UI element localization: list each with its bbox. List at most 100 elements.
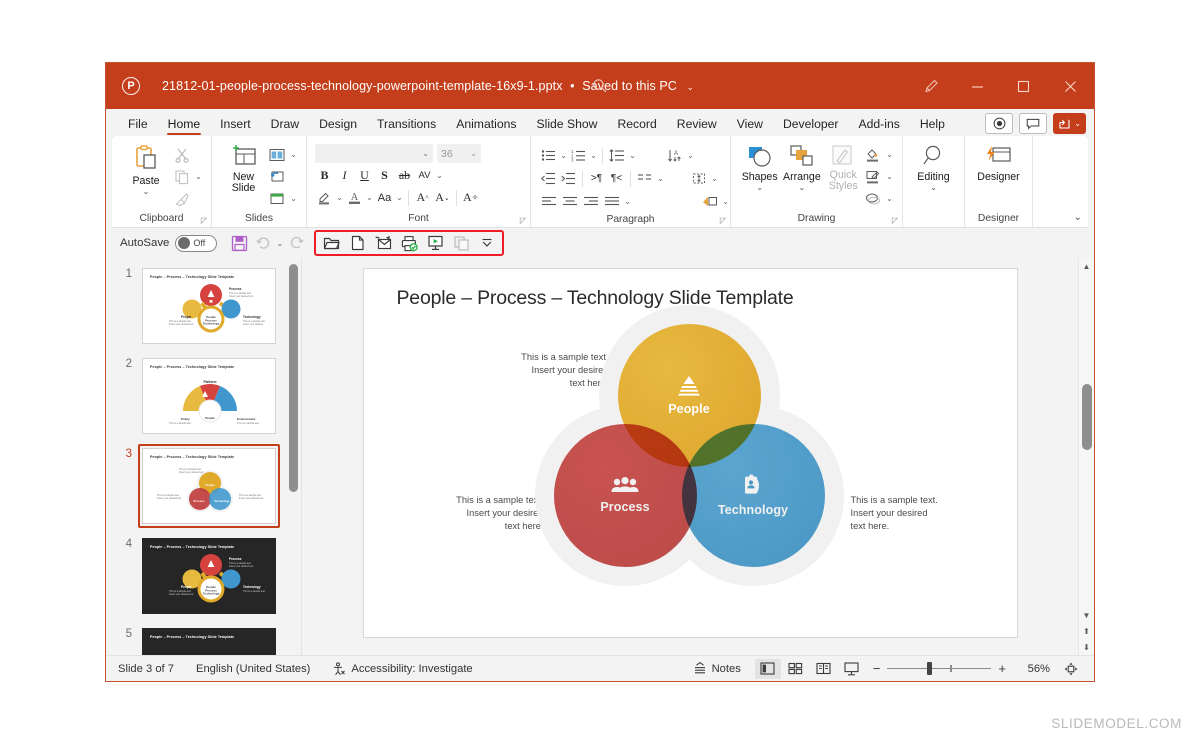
tab-slide-show[interactable]: Slide Show xyxy=(526,115,607,136)
cut-button[interactable] xyxy=(172,144,203,165)
thumbnail-item-2[interactable]: 2 People – Process – Technology Slide Te… xyxy=(106,348,301,438)
tab-view[interactable]: View xyxy=(727,115,773,136)
venn-diagram[interactable]: People xyxy=(554,324,824,599)
reset-button[interactable] xyxy=(267,166,298,187)
italic-button[interactable]: I xyxy=(335,166,354,185)
arrange-button[interactable]: Arrange ⌄ xyxy=(780,142,823,192)
text-direction-chevron-icon[interactable]: ⌄ xyxy=(686,151,695,160)
fit-slide-icon[interactable] xyxy=(1058,659,1084,679)
ribbon-collapse-chevron-icon[interactable]: ⌄ xyxy=(1074,212,1082,223)
shapes-button[interactable]: Shapes ⌄ xyxy=(739,142,780,192)
canvas-scrollbar-thumb[interactable] xyxy=(1082,384,1092,450)
editing-button[interactable]: Editing ⌄ xyxy=(911,142,956,192)
layout-button[interactable]: ⌄ xyxy=(267,144,298,165)
layout-chevron-icon[interactable]: ⌄ xyxy=(289,150,298,159)
paste-button[interactable]: Paste ⌄ xyxy=(120,142,172,196)
thumbnail-preview-3[interactable]: People – Process – Technology Slide Temp… xyxy=(142,448,276,524)
slide-count-label[interactable]: Slide 3 of 7 xyxy=(118,663,174,675)
thumbnail-item-5[interactable]: 5 People – Process – Technology Slide Te… xyxy=(106,618,301,655)
clipboard-dialog-launcher[interactable]: ◸ xyxy=(201,216,207,225)
undo-icon[interactable] xyxy=(251,232,275,254)
accessibility-status[interactable]: Accessibility: Investigate xyxy=(332,662,472,676)
align-text-chevron-icon[interactable]: ⌄ xyxy=(710,174,719,183)
canvas-scrollbar[interactable]: ▲ ▼ ⬆ ⬇ xyxy=(1078,258,1094,655)
thumbnail-preview-4[interactable]: People – Process – Technology Slide Temp… xyxy=(142,538,276,614)
start-from-beginning-icon[interactable] xyxy=(423,232,447,254)
font-size-input[interactable]: 36 ⌄ xyxy=(437,144,481,163)
reading-view-button[interactable] xyxy=(811,659,837,679)
zoom-in-button[interactable]: + xyxy=(998,661,1006,676)
tab-record[interactable]: Record xyxy=(607,115,666,136)
shape-outline-button[interactable]: ⌄ xyxy=(863,166,894,187)
drawing-dialog-launcher[interactable]: ◸ xyxy=(892,216,898,225)
caption-left[interactable]: This is a sample text. Insert your desir… xyxy=(424,494,544,533)
text-shadow-button[interactable]: S xyxy=(375,166,394,185)
numbering-button[interactable]: 1 2 3 xyxy=(569,146,588,165)
bold-button[interactable]: B xyxy=(315,166,334,185)
thumbnail-scrollbar[interactable] xyxy=(288,260,299,653)
change-case-button[interactable]: Aa xyxy=(375,188,394,207)
tab-file[interactable]: File xyxy=(118,115,158,136)
ltr-direction-button[interactable]: >¶ xyxy=(587,169,606,188)
venn-circle-process[interactable]: Process xyxy=(554,424,697,567)
notes-button[interactable]: Notes xyxy=(693,662,741,675)
canvas-scrollbar-track[interactable] xyxy=(1079,274,1094,607)
new-file-icon[interactable] xyxy=(345,232,369,254)
copy-button[interactable]: ⌄ xyxy=(172,166,203,187)
previous-slide-button[interactable]: ⬆ xyxy=(1083,623,1090,639)
comment-icon[interactable] xyxy=(1019,113,1047,134)
columns-chevron-icon[interactable]: ⌄ xyxy=(656,174,665,183)
clear-formatting-button[interactable]: A✧ xyxy=(461,188,480,207)
minimize-button[interactable] xyxy=(954,63,1000,109)
editing-chevron-icon[interactable]: ⌄ xyxy=(930,183,937,192)
venn-circle-technology[interactable]: Technology xyxy=(682,424,825,567)
strikethrough-button[interactable]: ab xyxy=(395,166,414,185)
slide-title[interactable]: People – Process – Technology Slide Temp… xyxy=(397,287,794,310)
next-slide-button[interactable]: ⬇ xyxy=(1083,639,1090,655)
align-text-button[interactable] xyxy=(689,169,709,188)
convert-to-smartart-button[interactable] xyxy=(700,192,720,211)
font-name-input[interactable]: ⌄ xyxy=(315,144,433,163)
thumbnail-preview-2[interactable]: People – Process – Technology Slide Temp… xyxy=(142,358,276,434)
slide-thumbnail-panel[interactable]: 1 People – Process – Technology Slide Te… xyxy=(106,258,302,655)
quick-styles-button[interactable]: Quick Styles xyxy=(823,142,863,192)
current-slide[interactable]: People – Process – Technology Slide Temp… xyxy=(363,268,1018,638)
bullets-chevron-icon[interactable]: ⌄ xyxy=(559,151,568,160)
slide-sorter-view-button[interactable] xyxy=(783,659,809,679)
tab-transitions[interactable]: Transitions xyxy=(367,115,446,136)
zoom-track[interactable] xyxy=(887,668,991,670)
font-color-button[interactable]: A xyxy=(345,188,364,207)
open-folder-icon[interactable] xyxy=(319,232,343,254)
font-size-chevron-icon[interactable]: ⌄ xyxy=(470,149,477,158)
align-center-button[interactable] xyxy=(560,192,580,211)
format-painter-button[interactable] xyxy=(172,188,203,209)
save-icon[interactable] xyxy=(227,232,251,254)
bullets-button[interactable] xyxy=(539,146,558,165)
language-label[interactable]: English (United States) xyxy=(196,663,310,675)
record-icon[interactable] xyxy=(985,113,1013,134)
shapes-chevron-icon[interactable]: ⌄ xyxy=(756,183,763,192)
redo-icon[interactable] xyxy=(284,232,308,254)
zoom-slider[interactable]: − + xyxy=(873,661,1006,676)
share-button[interactable]: ⌄ xyxy=(1053,113,1086,134)
arrange-chevron-icon[interactable]: ⌄ xyxy=(799,183,806,192)
tab-animations[interactable]: Animations xyxy=(446,115,526,136)
tab-add-ins[interactable]: Add-ins xyxy=(849,115,910,136)
text-direction-button[interactable]: A xyxy=(665,146,685,165)
tab-insert[interactable]: Insert xyxy=(210,115,260,136)
share-chevron-icon[interactable]: ⌄ xyxy=(1074,119,1081,128)
zoom-out-button[interactable]: − xyxy=(873,661,881,676)
undo-chevron-icon[interactable]: ⌄ xyxy=(275,239,284,248)
thumbnail-item-1[interactable]: 1 People – Process – Technology Slide Te… xyxy=(106,258,301,348)
columns-button[interactable] xyxy=(635,169,655,188)
tab-draw[interactable]: Draw xyxy=(261,115,309,136)
shape-effects-chevron-icon[interactable]: ⌄ xyxy=(885,194,894,203)
line-spacing-chevron-icon[interactable]: ⌄ xyxy=(628,151,637,160)
align-left-button[interactable] xyxy=(539,192,559,211)
scroll-down-arrow-icon[interactable]: ▼ xyxy=(1083,607,1091,623)
zoom-level-label[interactable]: 56% xyxy=(1018,663,1050,675)
numbering-chevron-icon[interactable]: ⌄ xyxy=(589,151,598,160)
section-chevron-icon[interactable]: ⌄ xyxy=(289,194,298,203)
increase-font-size-button[interactable]: A^ xyxy=(413,188,432,207)
thumbnail-item-4[interactable]: 4 People – Process – Technology Slide Te… xyxy=(106,528,301,618)
